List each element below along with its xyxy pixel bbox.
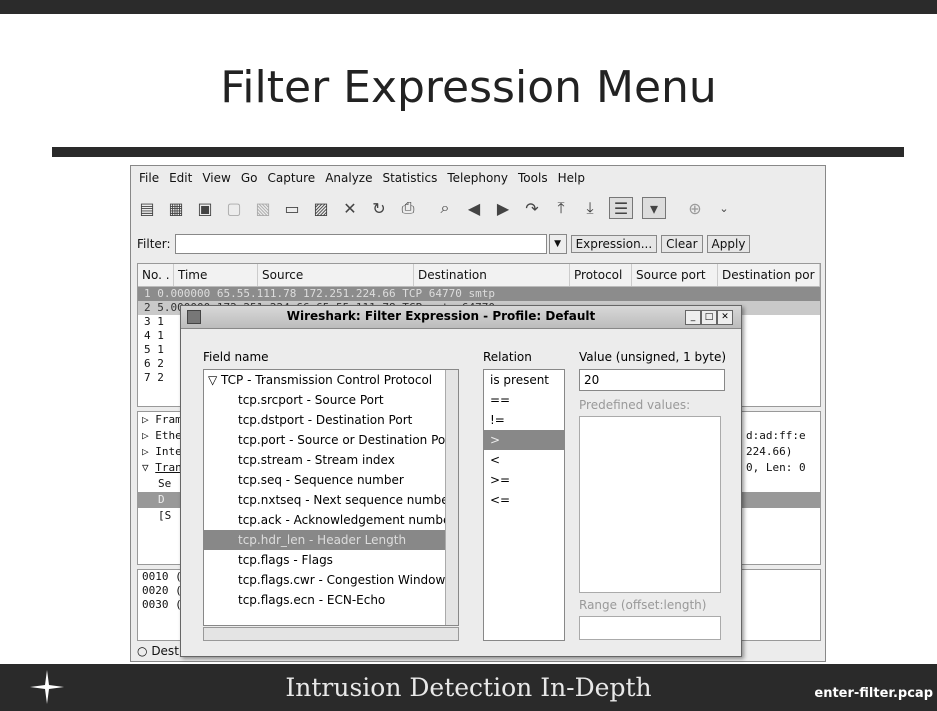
relation-item-selected[interactable]: > — [484, 430, 564, 450]
slide-top-bar — [0, 0, 937, 14]
filter-bar: Filter: ▼ Expression... Clear Apply — [131, 230, 825, 258]
start-capture-icon[interactable]: ▣ — [195, 198, 215, 218]
field-item[interactable]: tcp.dstport - Destination Port — [204, 410, 458, 430]
menu-tools[interactable]: Tools — [518, 171, 548, 185]
forward-icon[interactable]: ▶ — [493, 198, 513, 218]
menu-file[interactable]: File — [139, 171, 159, 185]
autoscroll-icon[interactable]: ▾ — [642, 197, 666, 219]
field-item[interactable]: tcp.srcport - Source Port — [204, 390, 458, 410]
title-divider — [52, 147, 904, 157]
field-name-label: Field name — [203, 350, 269, 364]
relation-label: Relation — [483, 350, 532, 364]
field-item[interactable]: tcp.ack - Acknowledgement number — [204, 510, 458, 530]
footer-title: Intrusion Detection In-Depth — [285, 673, 652, 702]
field-item[interactable]: tcp.flags.ecn - ECN-Echo — [204, 590, 458, 610]
filter-dropdown-icon[interactable]: ▼ — [548, 234, 567, 254]
print-icon[interactable]: ⎙ — [398, 198, 418, 218]
column-source[interactable]: Source — [258, 264, 414, 286]
value-label: Value (unsigned, 1 byte) — [579, 350, 727, 364]
range-label: Range (offset:length) — [579, 598, 707, 612]
column-destination-port[interactable]: Destination por — [718, 264, 820, 286]
stop-capture-icon[interactable]: ▢ — [224, 198, 244, 218]
column-no[interactable]: No. . — [138, 264, 174, 286]
maximize-icon[interactable]: □ — [701, 310, 717, 325]
close-icon[interactable]: ✕ — [717, 310, 733, 325]
relation-item[interactable]: <= — [484, 490, 564, 510]
menu-edit[interactable]: Edit — [169, 171, 192, 185]
field-list-hscrollbar[interactable] — [203, 627, 459, 641]
column-time[interactable]: Time — [174, 264, 258, 286]
relation-item[interactable]: < — [484, 450, 564, 470]
field-item[interactable]: tcp.stream - Stream index — [204, 450, 458, 470]
menu-go[interactable]: Go — [241, 171, 258, 185]
dialog-title: Wireshark: Filter Expression - Profile: … — [286, 309, 596, 323]
range-input[interactable] — [579, 616, 721, 640]
zoom-in-icon[interactable]: ⊕ — [685, 198, 705, 218]
menu-statistics[interactable]: Statistics — [382, 171, 437, 185]
column-destination[interactable]: Destination — [414, 264, 570, 286]
interface-list-icon[interactable]: ▤ — [137, 198, 157, 218]
close-file-icon[interactable]: ✕ — [340, 198, 360, 218]
predefined-values-label: Predefined values: — [579, 398, 691, 412]
save-file-icon[interactable]: ▨ — [311, 198, 331, 218]
relation-item[interactable]: >= — [484, 470, 564, 490]
field-item[interactable]: tcp.flags - Flags — [204, 550, 458, 570]
goto-packet-icon[interactable]: ↷ — [522, 198, 542, 218]
last-packet-icon[interactable]: ⤓ — [580, 198, 600, 218]
colorize-icon[interactable]: ☰ — [609, 197, 633, 219]
field-list-scrollbar[interactable] — [445, 370, 458, 625]
main-toolbar: ▤ ▦ ▣ ▢ ▧ ▭ ▨ ✕ ↻ ⎙ ⌕ ◀ ▶ ↷ ⤒ ⤓ ☰ ▾ ⊕ ⌄ — [131, 192, 825, 224]
field-item[interactable]: tcp.flags.cwr - Congestion Window Re — [204, 570, 458, 590]
find-icon[interactable]: ⌕ — [435, 198, 455, 218]
apply-button[interactable]: Apply — [706, 235, 751, 253]
menu-analyze[interactable]: Analyze — [325, 171, 372, 185]
filter-label: Filter: — [137, 237, 171, 251]
menu-capture[interactable]: Capture — [267, 171, 315, 185]
menu-telephony[interactable]: Telephony — [447, 171, 508, 185]
relation-item[interactable]: != — [484, 410, 564, 430]
packet-list-header: No. . Time Source Destination Protocol S… — [138, 264, 820, 287]
dialog-titlebar[interactable]: Wireshark: Filter Expression - Profile: … — [181, 306, 741, 329]
field-item[interactable]: tcp.port - Source or Destination Port — [204, 430, 458, 450]
field-item[interactable]: tcp.nxtseq - Next sequence number — [204, 490, 458, 510]
field-name-list: ▽ TCP - Transmission Control Protocol tc… — [203, 369, 459, 626]
menu-view[interactable]: View — [202, 171, 230, 185]
back-icon[interactable]: ◀ — [464, 198, 484, 218]
filter-expression-dialog: Wireshark: Filter Expression - Profile: … — [180, 305, 742, 657]
slide-footer: Intrusion Detection In-Depth enter-filte… — [0, 664, 937, 711]
packet-row[interactable]: 1 0.000000 65.55.111.78 172.251.224.66 T… — [138, 287, 820, 301]
value-input[interactable]: 20 — [579, 369, 725, 391]
field-item[interactable]: tcp.seq - Sequence number — [204, 470, 458, 490]
column-source-port[interactable]: Source port — [632, 264, 718, 286]
minimize-icon[interactable]: _ — [685, 310, 701, 325]
field-item-tcp[interactable]: ▽ TCP - Transmission Control Protocol — [204, 370, 458, 390]
predefined-values-list[interactable] — [579, 416, 721, 593]
footer-filename: enter-filter.pcap — [814, 686, 933, 701]
restart-capture-icon[interactable]: ▧ — [253, 198, 273, 218]
relation-list: is present == != > < >= <= — [483, 369, 565, 641]
relation-item[interactable]: is present — [484, 370, 564, 390]
slide-title: Filter Expression Menu — [220, 62, 717, 113]
field-item-selected[interactable]: tcp.hdr_len - Header Length — [204, 530, 458, 550]
first-packet-icon[interactable]: ⤒ — [551, 198, 571, 218]
status-text: Dest — [151, 644, 179, 658]
filter-input[interactable] — [174, 234, 547, 254]
column-protocol[interactable]: Protocol — [570, 264, 632, 286]
expression-button[interactable]: Expression... — [570, 235, 658, 253]
capture-options-icon[interactable]: ▦ — [166, 198, 186, 218]
open-file-icon[interactable]: ▭ — [282, 198, 302, 218]
menu-help[interactable]: Help — [558, 171, 585, 185]
reload-icon[interactable]: ↻ — [369, 198, 389, 218]
clear-button[interactable]: Clear — [661, 235, 703, 253]
relation-item[interactable]: == — [484, 390, 564, 410]
status-radio-icon[interactable]: ○ — [137, 644, 147, 658]
menu-bar: File Edit View Go Capture Analyze Statis… — [131, 166, 825, 190]
toolbar-overflow-chevron-icon[interactable]: ⌄ — [714, 198, 734, 218]
